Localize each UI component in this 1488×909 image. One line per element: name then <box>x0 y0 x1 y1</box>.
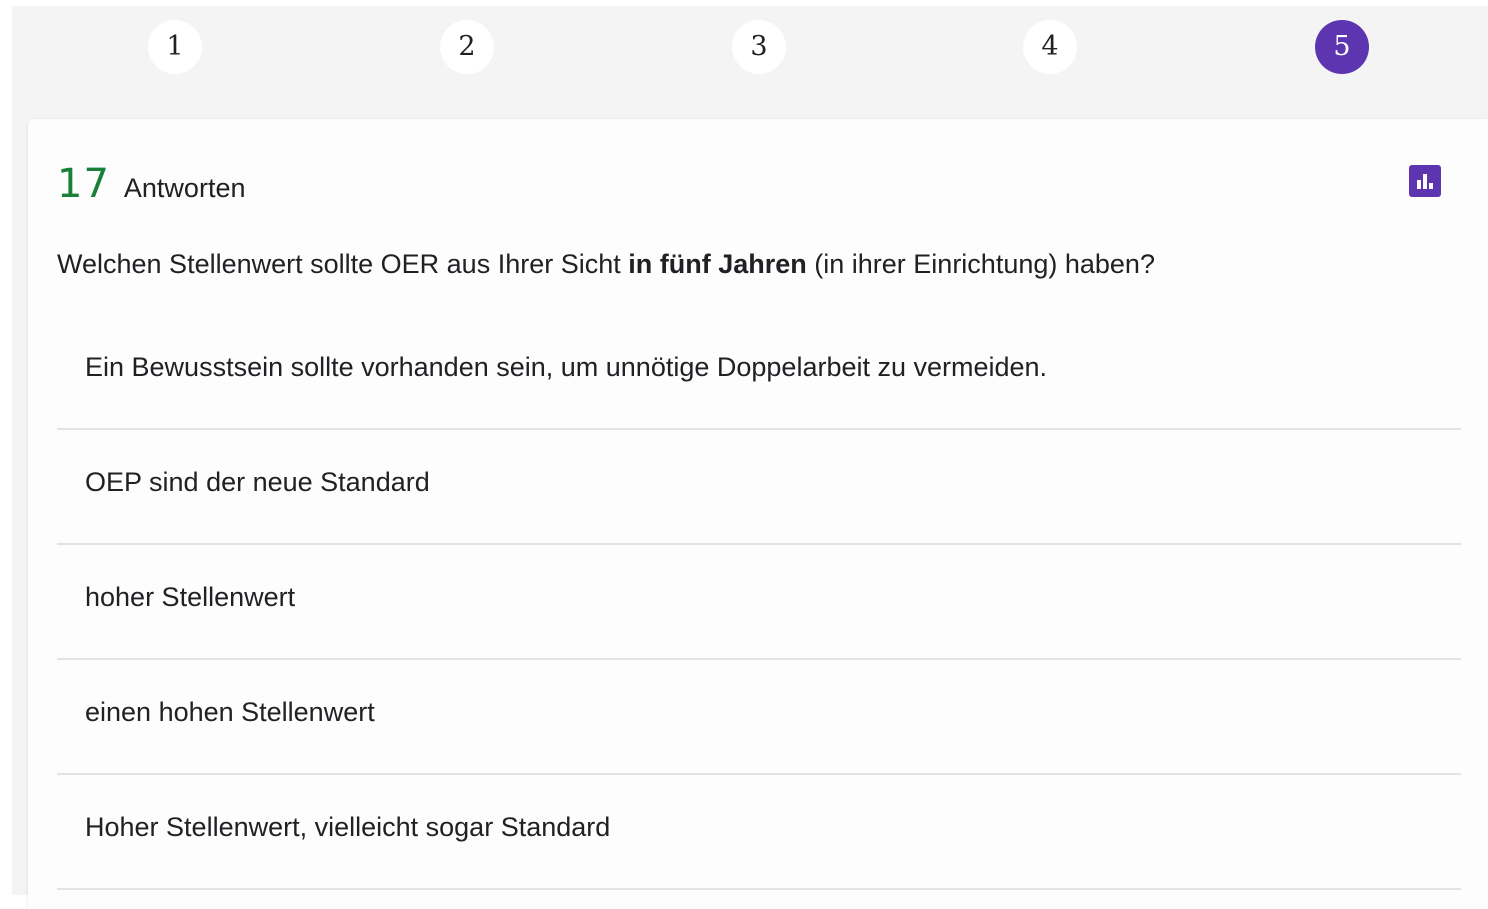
step-3-button[interactable]: 3 <box>732 20 786 74</box>
section-stepper: 1 2 3 4 5 <box>12 6 1488 96</box>
step-4-button[interactable]: 4 <box>1023 20 1077 74</box>
response-count-number: 17 <box>57 161 110 207</box>
answer-text: einen hohen Stellenwert <box>85 697 375 727</box>
answer-item: OEP sind der neue Standard <box>57 430 1461 545</box>
question-text: Welchen Stellenwert sollte OER aus Ihrer… <box>57 249 1155 280</box>
survey-frame: 1 2 3 4 5 17 Antworten Welchen Stellenwe… <box>12 6 1488 909</box>
answer-item: hoher Stellenwert <box>57 545 1461 660</box>
question-text-end: (in ihrer Einrichtung) haben? <box>806 249 1155 279</box>
answer-item: Hoher Stellenwert, vielleicht sogar Stan… <box>57 775 1461 890</box>
responses-card: 17 Antworten Welchen Stellenwert sollte … <box>28 119 1488 909</box>
answer-item: einen hohen Stellenwert <box>57 660 1461 775</box>
answer-text: Hoher Stellenwert, vielleicht sogar Stan… <box>85 812 611 842</box>
response-count: 17 Antworten <box>57 161 245 211</box>
answer-list: Ein Bewusstsein sollte vorhanden sein, u… <box>57 315 1461 890</box>
step-2-button[interactable]: 2 <box>440 20 494 74</box>
answer-text: hoher Stellenwert <box>85 582 296 612</box>
response-count-label: Antworten <box>123 173 246 203</box>
answer-item: Ein Bewusstsein sollte vorhanden sein, u… <box>57 315 1461 430</box>
bar-chart-icon[interactable] <box>1409 165 1441 197</box>
step-5-button[interactable]: 5 <box>1315 20 1369 74</box>
answer-text: OEP sind der neue Standard <box>85 467 430 497</box>
answer-text: Ein Bewusstsein sollte vorhanden sein, u… <box>85 352 1048 382</box>
question-text-emphasis: in fünf Jahren <box>628 249 807 279</box>
step-1-button[interactable]: 1 <box>148 20 202 74</box>
question-text-start: Welchen Stellenwert sollte OER aus Ihrer… <box>57 249 629 279</box>
